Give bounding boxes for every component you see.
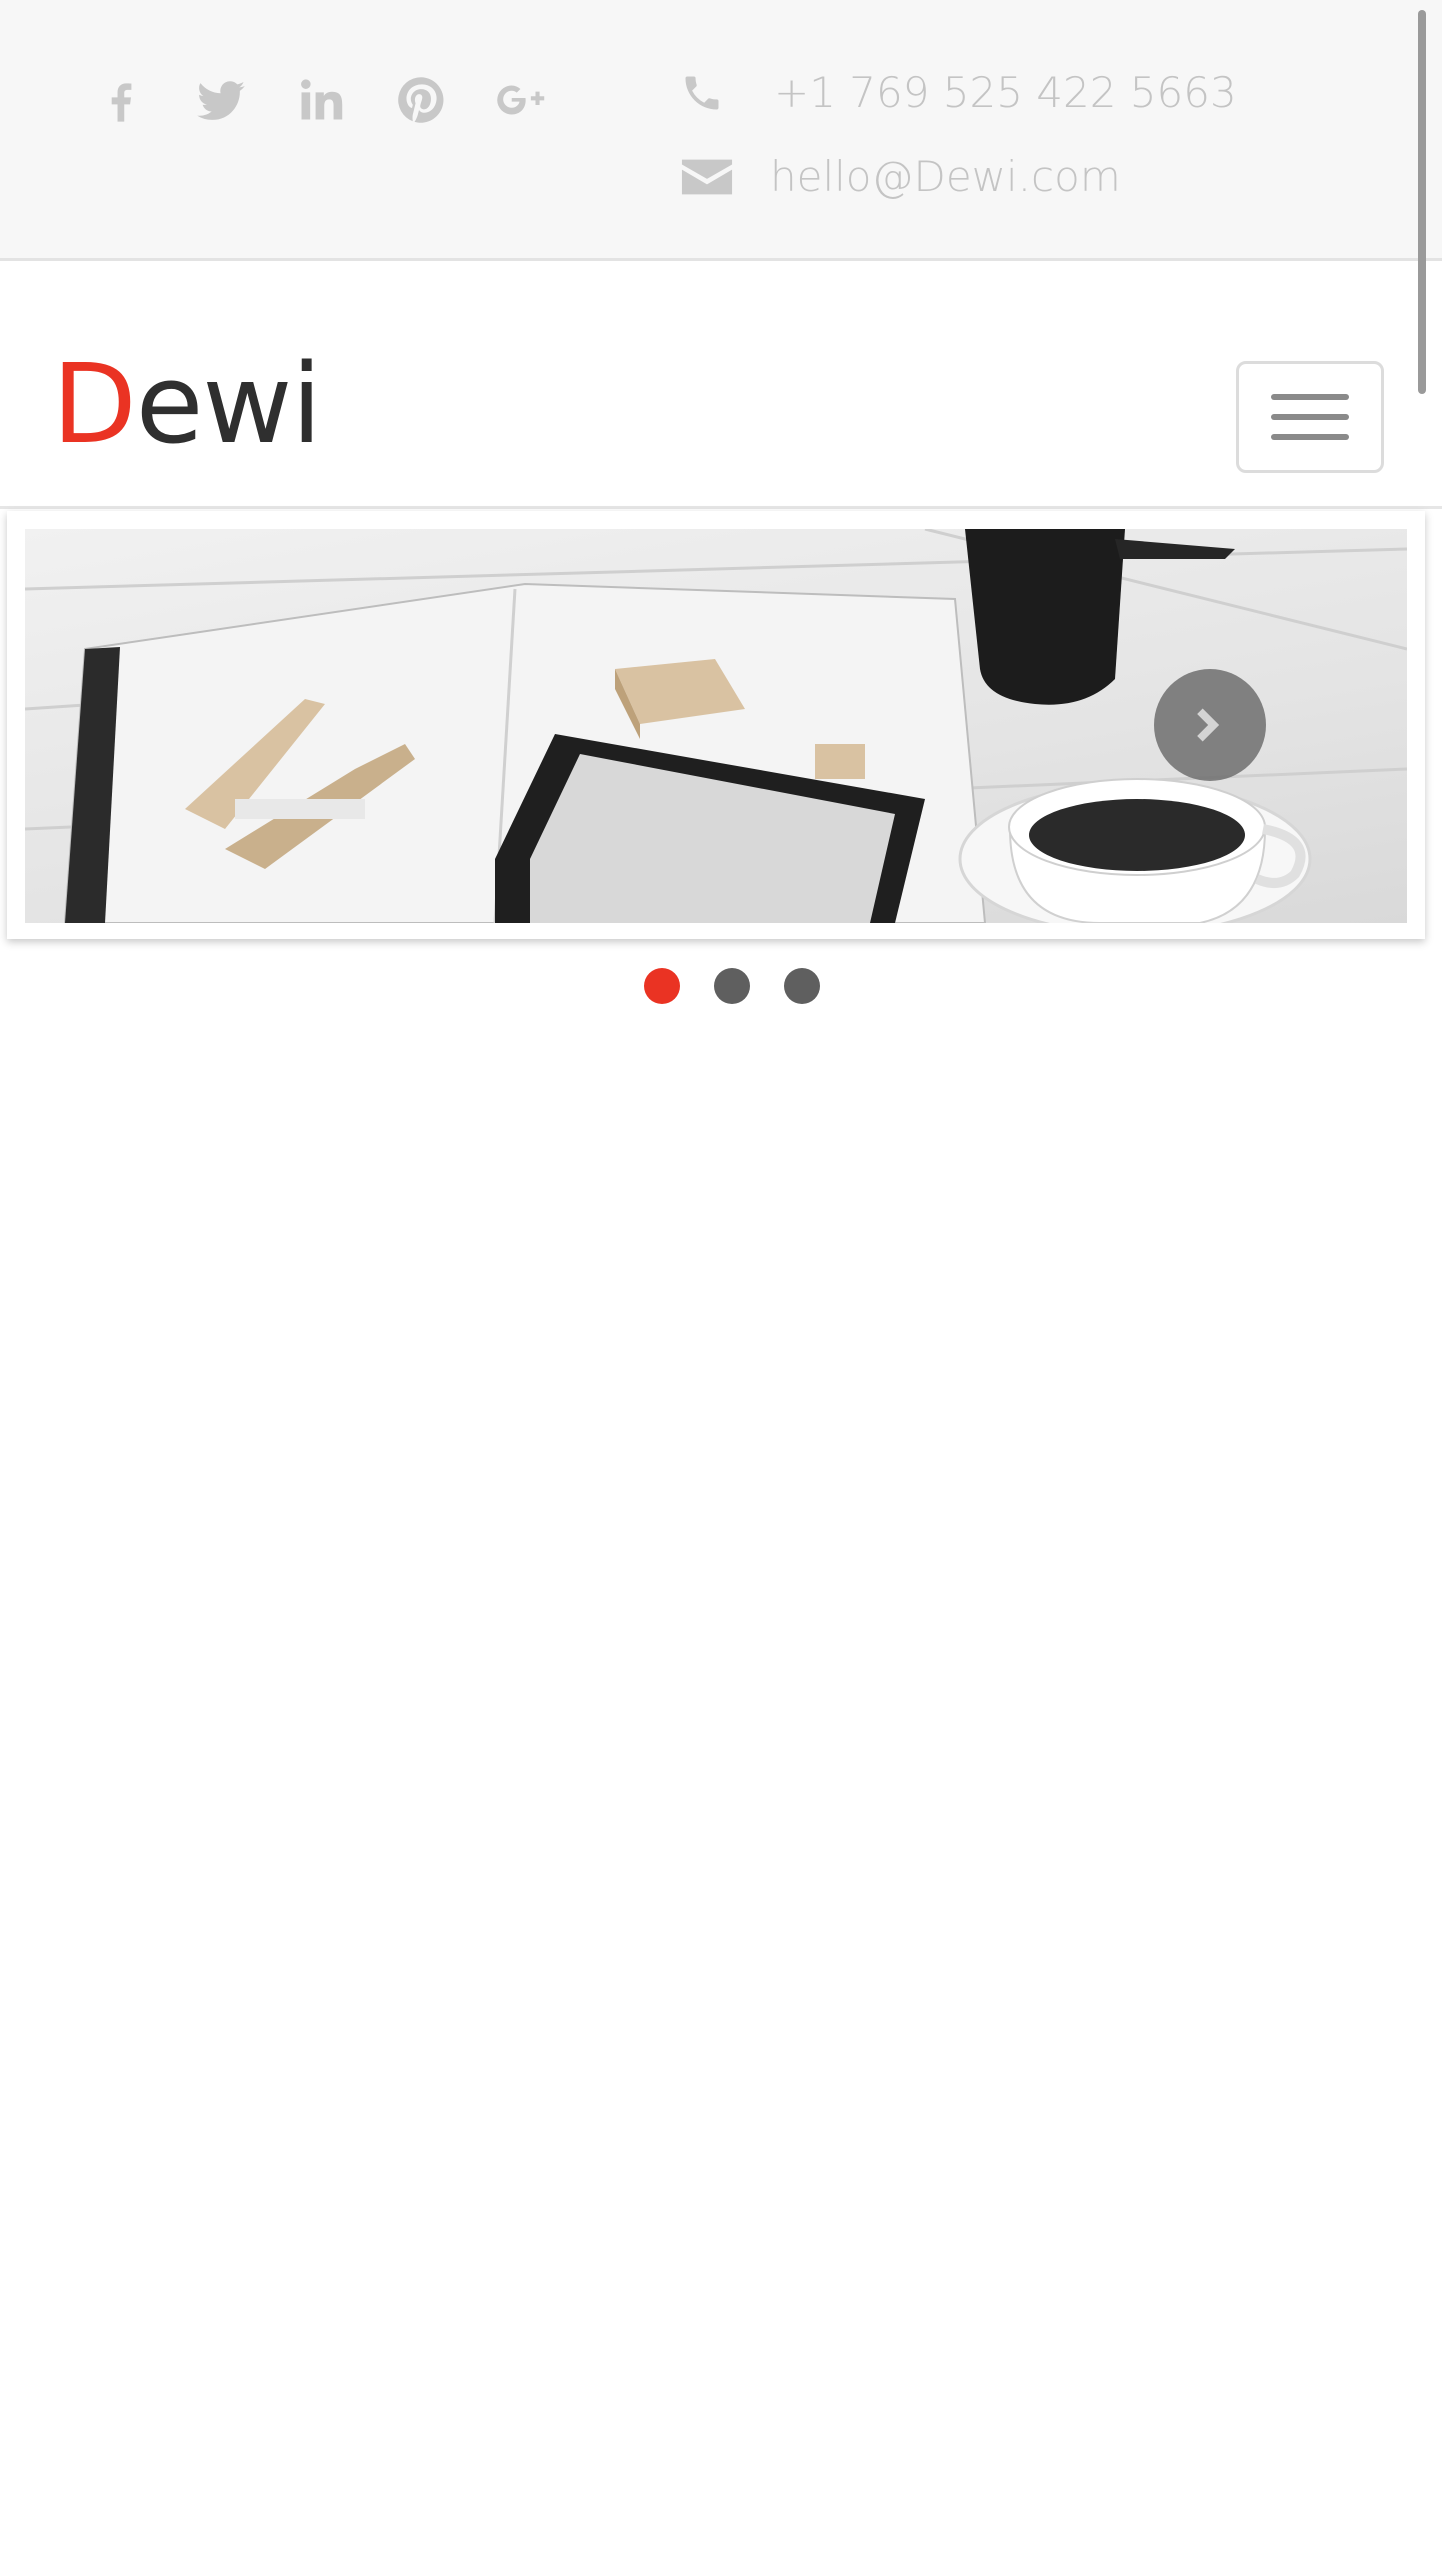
email-address[interactable]: hello@Dewi.com <box>770 152 1121 201</box>
main-navbar: Dewi <box>0 261 1442 509</box>
hamburger-menu-icon-bar <box>1271 434 1349 440</box>
email-contact: hello@Dewi.com <box>680 152 1121 201</box>
slider-dot-2[interactable] <box>714 968 750 1004</box>
phone-icon <box>685 76 719 109</box>
twitter-icon[interactable] <box>195 70 247 130</box>
slider-dot-1[interactable] <box>644 968 680 1004</box>
slider-next-button[interactable] <box>1154 669 1266 781</box>
top-contact-bar: +1 769 525 422 5663 hello@Dewi.com <box>0 0 1442 261</box>
social-links <box>95 70 547 130</box>
chevron-right-icon <box>1197 708 1220 742</box>
hamburger-menu-icon <box>1271 394 1349 400</box>
envelope-icon <box>681 159 733 194</box>
phone-contact: +1 769 525 422 5663 <box>680 68 1237 117</box>
slider-pagination <box>644 968 820 1004</box>
logo-rest: ewi <box>135 340 322 468</box>
facebook-icon[interactable] <box>95 70 147 130</box>
hamburger-menu-button[interactable] <box>1236 361 1384 473</box>
linkedin-icon[interactable] <box>295 70 347 130</box>
google-plus-icon[interactable] <box>495 70 547 130</box>
page-scrollbar[interactable] <box>1418 10 1426 394</box>
slider-dot-3[interactable] <box>784 968 820 1004</box>
site-logo[interactable]: Dewi <box>52 349 322 459</box>
pinterest-icon[interactable] <box>395 70 447 130</box>
hamburger-menu-icon-bar <box>1271 414 1349 420</box>
logo-initial: D <box>52 340 137 468</box>
phone-number[interactable]: +1 769 525 422 5663 <box>774 68 1237 117</box>
